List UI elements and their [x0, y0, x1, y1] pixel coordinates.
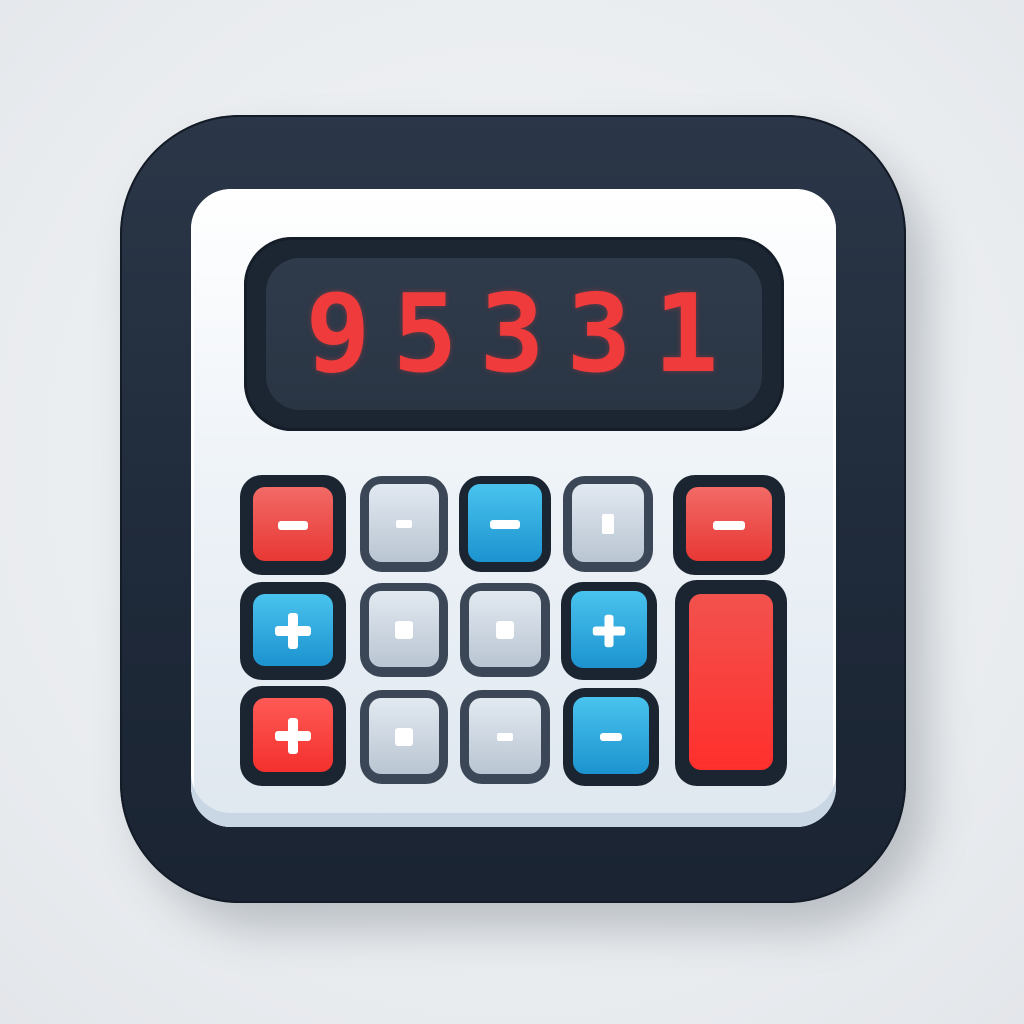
key-red-minus[interactable] — [240, 475, 346, 575]
dash-icon — [497, 733, 513, 741]
key-red-equals-tall[interactable] — [675, 580, 787, 786]
key-grey-2[interactable] — [563, 476, 653, 572]
key-grey-3[interactable] — [360, 583, 448, 677]
key-blue-minus[interactable] — [459, 476, 551, 572]
dot-icon — [602, 514, 614, 534]
key-cap — [689, 594, 773, 770]
key-grey-5[interactable] — [360, 690, 448, 784]
key-red-plus[interactable] — [240, 686, 346, 786]
plus-icon — [275, 718, 311, 754]
display-readout: 95331 — [305, 271, 741, 397]
plus-icon — [275, 613, 311, 649]
dot-icon — [395, 728, 413, 746]
key-grey-6[interactable] — [460, 690, 550, 784]
minus-icon — [713, 520, 745, 530]
dot-icon — [396, 520, 412, 528]
minus-icon — [278, 520, 308, 530]
key-grey-1[interactable] — [360, 476, 448, 572]
minus-icon — [600, 733, 622, 741]
plus-icon — [592, 614, 626, 648]
key-grey-4[interactable] — [460, 583, 550, 677]
key-blue-plus-2[interactable] — [561, 582, 657, 680]
dot-icon — [496, 621, 514, 639]
key-blue-plus[interactable] — [240, 582, 346, 680]
minus-icon — [490, 519, 520, 529]
dot-icon — [395, 621, 413, 639]
key-red-minus-right[interactable] — [673, 475, 785, 575]
key-blue-minus-2[interactable] — [563, 688, 659, 786]
